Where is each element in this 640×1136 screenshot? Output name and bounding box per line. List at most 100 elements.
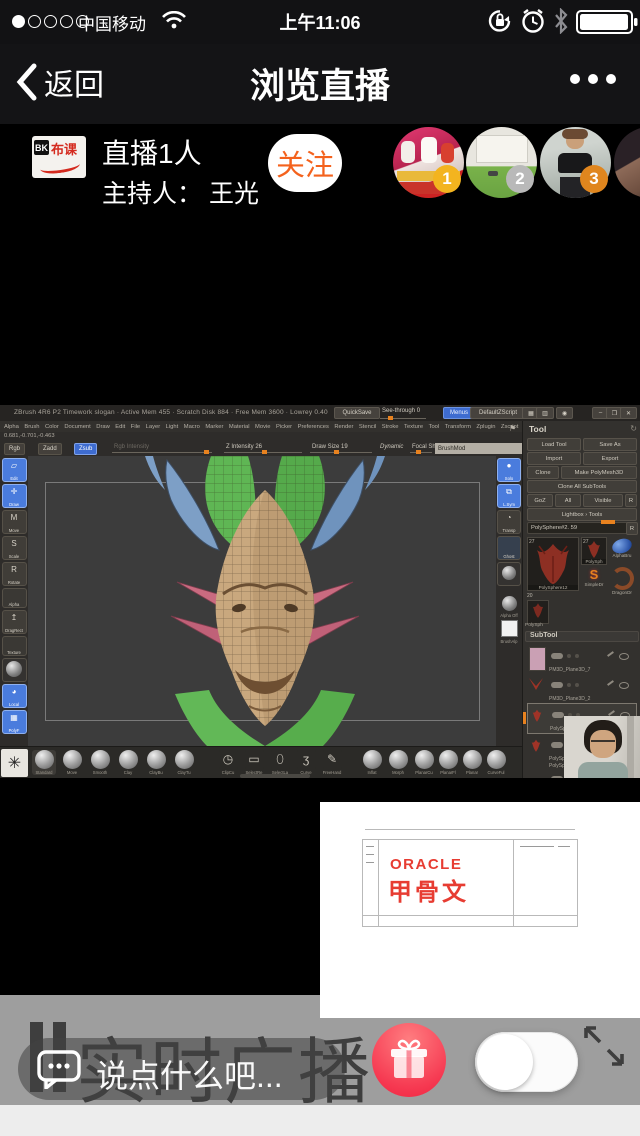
toggle-knob[interactable] <box>477 1034 533 1090</box>
brush-selectrect: ▭SelectRe <box>242 750 266 775</box>
viewer-avatar-4[interactable] <box>614 127 640 198</box>
thumb2-count: 20 <box>527 593 533 599</box>
dragon-brush-thumbnail: DragonDr <box>609 567 635 591</box>
zbrush-video-frame: ZBrush 4R6 P2 Timework slogan · Active M… <box>0 405 640 778</box>
live-stream-screen: 中国移动 上午11:06 <box>0 0 640 1136</box>
see-through-slider: See-through 0 <box>382 408 420 414</box>
brush-curve: ʒCurve <box>294 750 318 775</box>
brush-curvefull: CurveFul <box>484 750 508 775</box>
active-tool-slider: PolySphere#2. 59 <box>527 522 631 534</box>
ghost-button: Ghost <box>497 536 521 560</box>
export-button: Export <box>583 452 637 465</box>
quickmat-slot <box>2 658 27 682</box>
default-zscript-button: DefaultZScript <box>470 407 526 419</box>
slider-orange-fill <box>601 520 615 524</box>
presenter-glasses <box>591 740 615 748</box>
rgb-button: Rgb <box>4 443 25 455</box>
slide-panel: ORACLE 甲骨文 <box>320 802 640 1018</box>
transp-button: ◔Transp <box>497 510 521 534</box>
draw-size-slider: Draw Size 19 <box>312 444 348 450</box>
zbrush-title: ZBrush 4R6 P2 Timework slogan · Active M… <box>14 409 328 416</box>
battery-icon <box>576 10 638 34</box>
brushmod-field: BrushMod <box>435 443 527 454</box>
tool-panel-title: Tool <box>529 424 546 434</box>
texture-slot: Texture <box>2 636 27 656</box>
nav-bar: 返回 浏览直播 <box>0 44 640 124</box>
goz-button: GoZ <box>527 494 553 507</box>
subtool-item-2: PM3D_Plane3D_2 <box>527 674 635 703</box>
more-menu-button[interactable] <box>570 74 616 84</box>
zbrush-left-toolbar: ▱Edit ✛Draw MMove SScale RRotate Alpha ↥… <box>0 456 28 748</box>
logo-bk-mark: BK <box>34 140 49 155</box>
zbrush-right-shelf: ●Solo ⧉L.Sym ◔Transp Ghost Alpha Off Bru… <box>496 456 522 748</box>
chat-bubble-icon <box>36 1049 82 1089</box>
rgb-intensity-slider: Rgb Intensity <box>114 444 149 450</box>
quicksave-button: QuickSave <box>334 407 380 419</box>
r-button: R <box>625 494 637 507</box>
edit-tool: ▱Edit <box>2 458 27 482</box>
page-title: 浏览直播 <box>120 58 520 109</box>
xpose-button <box>497 562 521 586</box>
back-button[interactable]: 返回 <box>14 60 104 104</box>
polysphere2-thumbnail <box>527 600 549 624</box>
strip-scrollbar <box>240 774 310 778</box>
active-tool-thumbnail: 27 PolySphere12 <box>527 537 579 591</box>
zsub-button: Zsub <box>74 443 97 455</box>
brushalpha-thumb <box>501 620 518 637</box>
bottom-control-bar: 实时广播 说点什么吧... <box>0 995 640 1105</box>
zbrush-canvas <box>28 456 496 746</box>
viewer-badge-1: 1 <box>433 165 461 193</box>
rotate-tool: RRotate <box>2 562 27 586</box>
subtool-item-1: PM3D_Plane3D_7 <box>527 645 635 674</box>
zadd-button: Zadd <box>38 443 62 455</box>
alpha-brush-thumbnail: AlphaBru <box>609 537 635 563</box>
slider-r-button: R <box>626 522 638 535</box>
brush-clay: Clay <box>116 750 140 775</box>
brush-planarcut: PlanarCu <box>412 750 436 775</box>
alpha-slot: Alpha <box>2 588 27 608</box>
chat-input[interactable]: 说点什么吧... <box>18 1038 345 1100</box>
follow-button[interactable]: 关注 <box>268 134 342 192</box>
camera-toggle[interactable] <box>475 1032 578 1092</box>
solo-button: ●Solo <box>497 458 521 482</box>
oracle-logo-cn: 甲骨文 <box>388 872 469 907</box>
brush-inflat: Inflat <box>360 750 384 775</box>
alarm-icon <box>519 7 547 35</box>
rotation-lock-icon <box>486 7 514 35</box>
lsym-button: ⧉L.Sym <box>497 484 521 508</box>
brush-planarflatten: PlanarFl <box>436 750 460 775</box>
save-as-button: Save As <box>583 438 637 451</box>
move-tool: MMove <box>2 510 27 534</box>
close-icon: ✕ <box>620 407 637 419</box>
brush-morph: Morph <box>386 750 410 775</box>
scale-tool: SScale <box>2 536 27 560</box>
brush-standard: Standard <box>32 750 56 775</box>
gift-button[interactable] <box>372 1023 446 1097</box>
brush-planar: Planar <box>460 750 484 775</box>
bluetooth-icon <box>552 8 570 34</box>
brush-claybuildup: ClayBu <box>144 750 168 775</box>
brush-selectlasso: ⬯SelectLa <box>268 750 292 775</box>
clone-all-subtools-button: Clone All SubTools <box>527 480 637 493</box>
viewer-badge-2: 2 <box>506 165 534 193</box>
back-chevron-icon <box>14 62 38 102</box>
brush-clipcurve: ◷ClipCu <box>216 750 240 775</box>
host-label: 主持人： 王光 <box>102 174 259 210</box>
polyframe-button: ▦PolyF <box>2 710 27 734</box>
cursor-coords: 0.681,-0.701,-0.463 <box>4 433 55 439</box>
alpha-off-thumb <box>502 596 517 611</box>
current-brush-stamp: ✳ <box>1 749 28 777</box>
expand-fullscreen-button[interactable] <box>580 1022 628 1070</box>
oracle-logo: ORACLE <box>390 856 462 873</box>
dynamic-label: Dynamic <box>380 444 403 450</box>
simple-brush-thumbnail: S SimpleDr <box>581 567 607 591</box>
clone-button: Clone <box>527 466 559 479</box>
visible-button: Visible <box>583 494 623 507</box>
load-tool-button: Load Tool <box>527 438 581 451</box>
brush-smooth: Smooth <box>88 750 112 775</box>
dragrect-stroke: ↥DragRect <box>2 610 27 634</box>
window-icon: ▥ <box>536 407 554 419</box>
z-intensity-slider: Z Intensity 26 <box>226 444 262 450</box>
live-count-label: 直播1人 <box>102 132 202 172</box>
stream-info-row: BK 布课 直播1人 主持人： 王光 关注 1 2 <box>0 124 640 214</box>
